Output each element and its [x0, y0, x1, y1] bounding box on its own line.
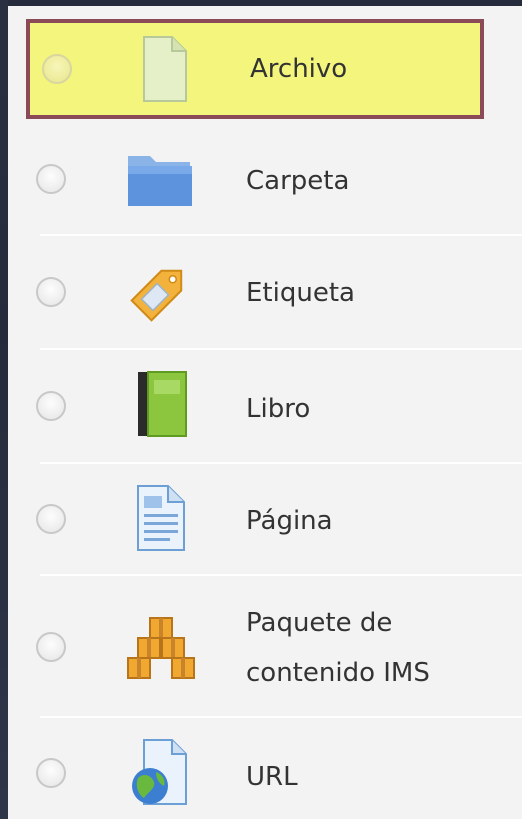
radio-pagina[interactable] — [36, 504, 66, 534]
module-label: URL — [246, 762, 298, 792]
activity-chooser-panel: Archivo Carpeta Etiqueta Libro Página Pa… — [8, 6, 522, 819]
radio-carpeta[interactable] — [36, 164, 66, 194]
radio-libro[interactable] — [36, 391, 66, 421]
module-label-line-2: contenido IMS — [246, 658, 430, 688]
ims-package-icon — [127, 617, 195, 679]
module-option-libro[interactable]: Libro — [8, 350, 522, 464]
radio-etiqueta[interactable] — [36, 277, 66, 307]
module-option-carpeta[interactable]: Carpeta — [8, 122, 522, 236]
background-left — [0, 0, 8, 819]
book-icon — [138, 371, 187, 437]
module-label-line-1: Paquete de — [246, 608, 393, 638]
radio-paquete-ims[interactable] — [36, 632, 66, 662]
radio-url[interactable] — [36, 758, 66, 788]
module-label: Carpeta — [246, 166, 350, 196]
module-label: Libro — [246, 394, 311, 424]
module-option-paquete-ims[interactable]: Paquete de contenido IMS — [8, 576, 522, 718]
module-option-pagina[interactable]: Página — [8, 464, 522, 576]
tag-label-icon — [130, 269, 183, 322]
module-option-url[interactable]: URL — [8, 718, 522, 819]
module-label: Página — [246, 506, 333, 536]
module-option-archivo[interactable]: Archivo — [26, 19, 484, 119]
module-option-etiqueta[interactable]: Etiqueta — [8, 236, 522, 350]
url-globe-icon — [132, 739, 187, 805]
file-icon — [143, 36, 187, 102]
radio-archivo[interactable] — [42, 54, 72, 84]
page-icon — [137, 485, 185, 551]
folder-icon — [128, 156, 192, 206]
module-label: Archivo — [250, 54, 348, 84]
module-label: Etiqueta — [246, 278, 355, 308]
